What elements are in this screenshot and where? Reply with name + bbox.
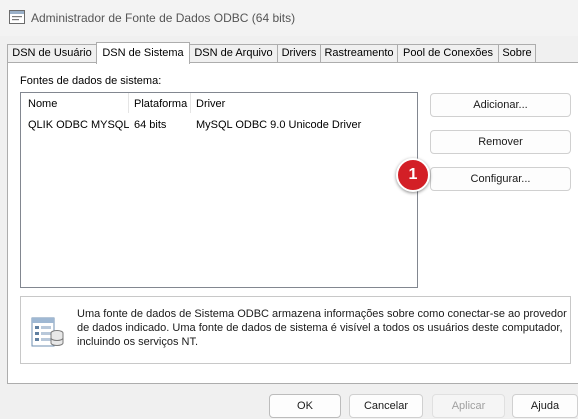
tab-drivers[interactable]: Drivers: [277, 44, 321, 62]
info-description: Uma fonte de dados de Sistema ODBC armaz…: [77, 308, 567, 348]
dsn-name-cell: QLIK ODBC MYSQL: [28, 119, 129, 131]
column-header-driver[interactable]: Driver: [191, 93, 415, 113]
step-callout-badge: 1: [396, 158, 430, 192]
data-sources-label: Fontes de dados de sistema:: [20, 75, 162, 87]
odbc-admin-icon: [9, 10, 25, 24]
database-info-icon: [31, 313, 65, 349]
remove-button[interactable]: Remover: [430, 130, 571, 154]
title-bar: Administrador de Fonte de Dados ODBC (64…: [0, 0, 578, 36]
tab-dsn-arquivo[interactable]: DSN de Arquivo: [189, 44, 278, 62]
dsn-driver-cell: MySQL ODBC 9.0 Unicode Driver: [196, 119, 362, 131]
tab-strip: DSN de Usuário DSN de Sistema DSN de Arq…: [7, 42, 578, 64]
data-source-list[interactable]: Nome Plataforma Driver QLIK ODBC MYSQL 6…: [20, 92, 418, 288]
table-row[interactable]: QLIK ODBC MYSQL 64 bits MySQL ODBC 9.0 U…: [21, 117, 417, 133]
column-header-platform[interactable]: Plataforma: [129, 93, 191, 113]
configure-button[interactable]: Configurar...: [430, 167, 571, 191]
tab-dsn-usuario[interactable]: DSN de Usuário: [7, 44, 97, 62]
tab-rastreamento[interactable]: Rastreamento: [320, 44, 398, 62]
tab-dsn-sistema[interactable]: DSN de Sistema: [96, 42, 190, 64]
help-button[interactable]: Ajuda: [512, 394, 578, 418]
ok-button[interactable]: OK: [269, 394, 341, 418]
window-title: Administrador de Fonte de Dados ODBC (64…: [31, 11, 296, 25]
cancel-button[interactable]: Cancelar: [349, 394, 423, 418]
info-box: Uma fonte de dados de Sistema ODBC armaz…: [20, 296, 571, 364]
tab-pool-conexoes[interactable]: Pool de Conexões: [397, 44, 499, 62]
list-header: Nome Plataforma Driver: [21, 93, 417, 113]
dialog-footer: OK Cancelar Aplicar Ajuda: [0, 382, 578, 419]
add-button[interactable]: Adicionar...: [430, 93, 571, 117]
tab-sobre[interactable]: Sobre: [498, 44, 536, 62]
dsn-platform-cell: 64 bits: [134, 119, 167, 131]
column-header-name[interactable]: Nome: [23, 93, 129, 113]
apply-button[interactable]: Aplicar: [432, 394, 505, 418]
